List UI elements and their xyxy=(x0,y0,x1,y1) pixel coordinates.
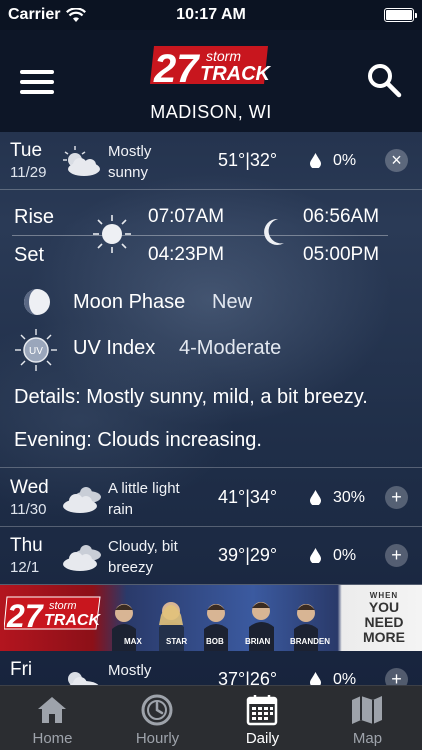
ad-logo-track: TRACK xyxy=(44,612,101,629)
status-time: 10:17 AM xyxy=(176,6,246,23)
uv-index-icon: UV xyxy=(15,329,57,371)
ad-tagline-line-4: MORE xyxy=(363,629,405,645)
expand-button[interactable]: + xyxy=(385,486,408,509)
ad-name-star: STAR xyxy=(166,637,188,646)
day-row-thu[interactable]: Thu 12/1 Cloudy, bit breezy 39°|29° 0% + xyxy=(0,527,422,585)
ad-logo-storm: storm xyxy=(49,600,77,612)
crescent-moon-icon xyxy=(264,218,284,245)
temperature-range: 39°|29° xyxy=(218,545,278,565)
logo-number: 27 xyxy=(153,47,200,91)
uv-index-value: 4-Moderate xyxy=(179,337,282,359)
day-name: Fri xyxy=(10,659,33,680)
tab-home[interactable]: Home xyxy=(0,686,105,750)
condition-line-1: Mostly xyxy=(108,143,152,160)
condition-text: Mostly sunny xyxy=(108,141,208,183)
condition-text: A little light rain xyxy=(108,478,208,520)
tab-map[interactable]: Map xyxy=(315,686,420,750)
ad-name-branden: BRANDEN xyxy=(290,637,330,646)
uv-icon-text: UV xyxy=(29,346,43,357)
ad-storm-track-logo: 27 storm TRACK xyxy=(4,596,101,634)
ad-name-max: MAX xyxy=(124,637,142,646)
status-bar: Carrier 10:17 AM xyxy=(0,0,422,30)
day-name: Tue xyxy=(10,140,43,161)
sunset-time: 04:23PM xyxy=(148,244,225,265)
raindrop-icon xyxy=(310,153,321,168)
hamburger-menu-icon[interactable] xyxy=(20,70,54,94)
clock-icon xyxy=(141,694,173,726)
raindrop-icon xyxy=(310,548,321,563)
logo-storm: storm xyxy=(206,48,241,64)
condition-text: Cloudy, bit breezy xyxy=(108,536,208,578)
tab-map-label: Map xyxy=(352,730,383,747)
cloudy-icon xyxy=(63,487,101,513)
day-name: Thu xyxy=(10,535,43,556)
storm-track-logo: 27 storm TRACK xyxy=(150,46,272,91)
day-name: Wed xyxy=(10,477,49,498)
tab-hourly[interactable]: Hourly xyxy=(105,686,210,750)
moonset-time: 05:00PM xyxy=(303,244,380,265)
app-root: Carrier 10:17 AM 27 storm TRACK MADISON,… xyxy=(0,0,422,750)
day-date: 11/29 xyxy=(10,164,47,181)
condition-text: Mostly xyxy=(108,660,208,681)
ad-banner[interactable]: 27 storm TRACK MAX STAR BOB BRIAN BRANDE… xyxy=(0,585,422,651)
calendar-icon xyxy=(246,695,278,726)
rise-set-divider xyxy=(12,235,388,236)
tab-hourly-label: Hourly xyxy=(135,730,180,747)
set-label: Set xyxy=(14,244,45,266)
tab-bar: Home Hourly Daily Map xyxy=(0,685,422,750)
day-date: 12/1 xyxy=(10,559,40,576)
cloudy-icon xyxy=(63,545,101,571)
map-icon xyxy=(352,696,382,724)
sun-icon xyxy=(93,215,131,253)
precip-chance: 30% xyxy=(333,489,366,506)
evening-text: Evening: Clouds increasing. xyxy=(14,429,262,451)
ad-tagline-line-2: YOU xyxy=(368,599,400,615)
day-row-tue[interactable]: Tue 11/29 Mostly sunny 51°|32° 0% × xyxy=(0,132,422,190)
tab-daily-label: Daily xyxy=(245,730,280,747)
moonrise-time: 06:56AM xyxy=(303,206,380,227)
condition-line-2: sunny xyxy=(108,164,149,181)
condition-line-2: breezy xyxy=(108,559,154,576)
day-details-panel: Rise Set 07:07AM 04:23PM 06:56AM 05:00PM… xyxy=(0,190,422,468)
condition-line-1: Cloudy, bit xyxy=(108,538,178,555)
moon-phase-label: Moon Phase xyxy=(73,291,186,313)
rise-label: Rise xyxy=(14,206,55,228)
collapse-button[interactable]: × xyxy=(385,149,408,172)
temperature-range: 41°|34° xyxy=(218,487,278,507)
precip-chance: 0% xyxy=(333,547,357,564)
home-icon xyxy=(38,697,66,723)
details-text: Details: Mostly sunny, mild, a bit breez… xyxy=(14,386,368,408)
ad-name-brian: BRIAN xyxy=(245,637,271,646)
condition-line-1: Mostly xyxy=(108,662,152,679)
temperature-range: 51°|32° xyxy=(218,150,278,170)
ad-tagline: WHEN YOU NEED MORE xyxy=(350,591,418,645)
ad-tagline-line-3: NEED xyxy=(364,614,404,630)
moon-phase-icon xyxy=(24,289,50,315)
search-icon[interactable] xyxy=(366,62,402,98)
tab-daily[interactable]: Daily xyxy=(210,686,315,750)
battery-icon xyxy=(384,8,417,22)
partly-sunny-icon xyxy=(63,146,100,176)
ad-logo-number: 27 xyxy=(6,598,45,634)
tab-home-label: Home xyxy=(32,730,73,747)
precip-chance: 0% xyxy=(333,152,357,169)
city-label: MADISON, WI xyxy=(150,102,272,122)
logo-track: TRACK xyxy=(200,63,272,85)
uv-index-label: UV Index xyxy=(73,337,156,359)
day-row-wed[interactable]: Wed 11/30 A little light rain 41°|34° 30… xyxy=(0,469,422,527)
app-header: 27 storm TRACK MADISON, WI xyxy=(0,30,422,132)
sunrise-time: 07:07AM xyxy=(148,206,225,227)
day-date: 11/30 xyxy=(10,501,47,518)
expand-button[interactable]: + xyxy=(385,544,408,567)
moon-phase-value: New xyxy=(212,291,253,313)
raindrop-icon xyxy=(310,490,321,505)
condition-line-1: A little light xyxy=(108,480,180,497)
ad-name-bob: BOB xyxy=(206,637,224,646)
condition-line-2: rain xyxy=(108,501,134,518)
